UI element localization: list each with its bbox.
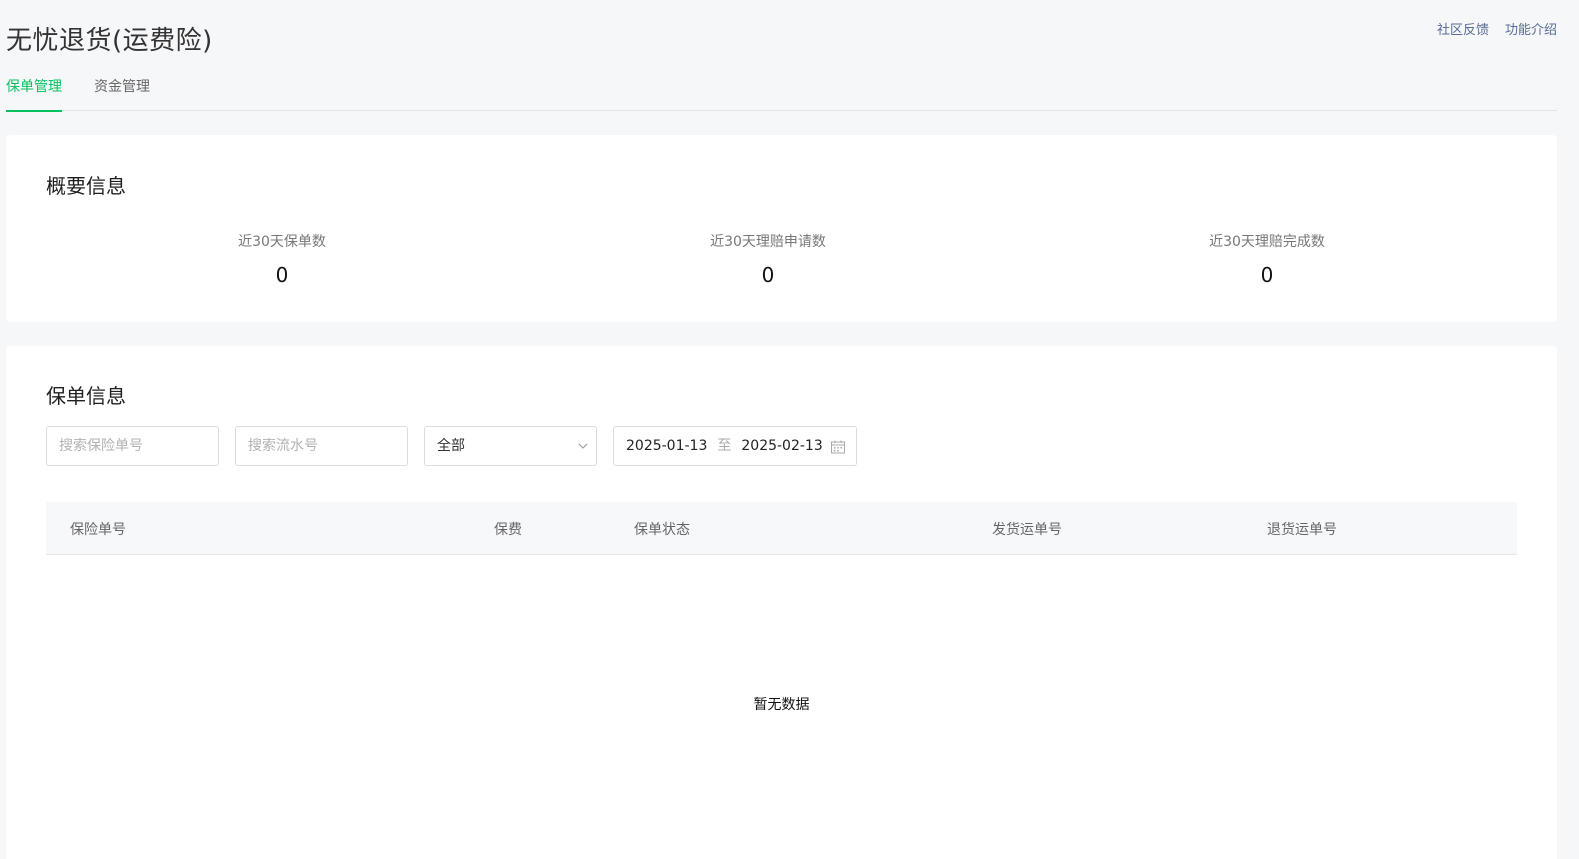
stat-value: 0	[761, 263, 775, 287]
column-header-premium: 保费	[494, 522, 522, 538]
policy-no-search-input[interactable]	[59, 428, 218, 464]
stat-value: 0	[1260, 263, 1274, 287]
community-feedback-link[interactable]: 社区反馈	[1437, 19, 1489, 38]
overview-title: 概要信息	[46, 174, 126, 198]
date-end: 2025-02-13	[741, 438, 823, 454]
page: 无忧退货(运费险) 社区反馈 功能介绍 保单管理 资金管理 概要信息 近30天保…	[0, 0, 1579, 859]
serial-no-search-field	[235, 426, 408, 466]
overview-card: 概要信息 近30天保单数 0 近30天理赔申请数 0 近30天理赔完成数 0	[6, 135, 1557, 322]
page-title: 无忧退货(运费险)	[6, 26, 213, 56]
column-header-policy-no: 保险单号	[70, 522, 126, 538]
tab-bar: 保单管理 资金管理	[6, 76, 1557, 112]
top-links: 社区反馈 功能介绍	[1437, 19, 1557, 38]
tab-policy-management[interactable]: 保单管理	[6, 76, 62, 112]
column-header-return-no: 退货运单号	[1267, 522, 1337, 538]
stat-claims-applied-30d: 近30天理赔申请数 0	[710, 231, 826, 287]
stat-policies-30d: 近30天保单数 0	[238, 231, 326, 287]
stat-value: 0	[275, 263, 289, 287]
column-header-shipping-no: 发货运单号	[992, 522, 1062, 538]
stat-label: 近30天保单数	[238, 234, 326, 250]
policy-card: 保单信息 全部 2025-01-13 至 2025-02-13	[6, 346, 1557, 859]
status-select[interactable]: 全部	[424, 426, 597, 466]
policy-table: 保险单号 保费 保单状态 发货运单号 退货运单号 暂无数据	[46, 502, 1517, 713]
feature-intro-link[interactable]: 功能介绍	[1505, 19, 1557, 38]
table-header: 保险单号 保费 保单状态 发货运单号 退货运单号	[46, 502, 1517, 555]
empty-state-text: 暂无数据	[753, 697, 810, 713]
column-header-policy-status: 保单状态	[634, 522, 690, 538]
tab-fund-management[interactable]: 资金管理	[94, 76, 150, 111]
stat-label: 近30天理赔完成数	[1209, 234, 1325, 250]
calendar-icon	[831, 440, 845, 454]
date-start: 2025-01-13	[626, 438, 708, 454]
policy-title: 保单信息	[46, 384, 126, 408]
serial-no-search-input[interactable]	[248, 428, 407, 464]
status-select-value: 全部	[437, 438, 465, 454]
date-separator: 至	[717, 438, 732, 454]
chevron-down-icon	[578, 443, 588, 449]
policy-no-search-field	[46, 426, 219, 466]
stat-label: 近30天理赔申请数	[710, 234, 826, 250]
stat-claims-completed-30d: 近30天理赔完成数 0	[1209, 231, 1325, 287]
date-range-picker[interactable]: 2025-01-13 至 2025-02-13	[613, 426, 857, 466]
